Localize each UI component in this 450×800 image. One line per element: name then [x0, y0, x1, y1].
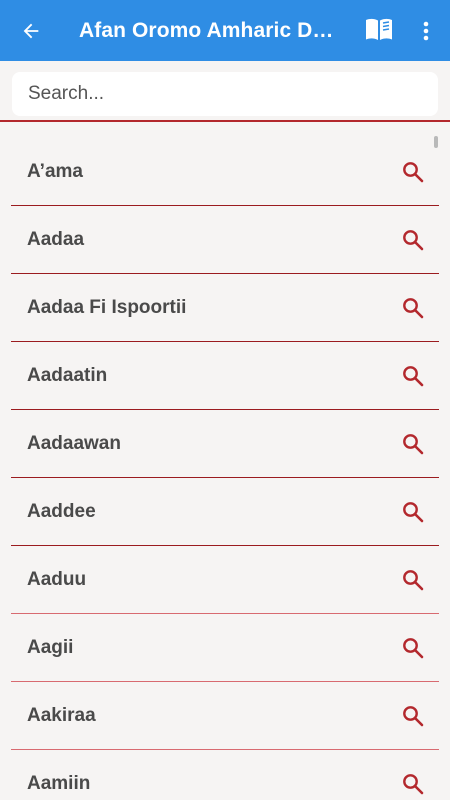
open-book-icon: [366, 18, 392, 40]
search-bar: [0, 61, 450, 122]
list-item[interactable]: A’ama: [11, 138, 439, 205]
search-box: [12, 72, 438, 116]
list-item[interactable]: Aadaa: [11, 206, 439, 273]
list-item-word: Aadaawan: [27, 432, 121, 454]
list-item[interactable]: Aaduu: [11, 546, 439, 613]
list-item-word: Aadaa Fi Ispoortii: [27, 296, 187, 318]
list-item[interactable]: Aakiraa: [11, 682, 439, 749]
search-icon[interactable]: [399, 770, 427, 798]
list-item-word: Aadaatin: [27, 364, 108, 386]
search-icon[interactable]: [399, 226, 427, 254]
list-item-word: Aaddee: [27, 500, 96, 522]
more-vert-icon: [423, 21, 429, 41]
list-item-word: Aagii: [27, 636, 74, 658]
list-item[interactable]: Aadaawan: [11, 410, 439, 477]
list-item[interactable]: Aagii: [11, 614, 439, 681]
list-item[interactable]: Aadaa Fi Ispoortii: [11, 274, 439, 341]
list-item-word: Aakiraa: [27, 704, 96, 726]
word-list: A’ama Aadaa Aadaa Fi Ispoortii Aadaatin Aada…: [0, 138, 450, 800]
back-button[interactable]: [0, 0, 62, 61]
list-item-word: Aadaa: [27, 228, 85, 250]
list-item-word: A’ama: [27, 160, 83, 182]
search-icon[interactable]: [399, 430, 427, 458]
search-icon[interactable]: [399, 702, 427, 730]
search-input[interactable]: [12, 83, 438, 105]
search-icon[interactable]: [399, 498, 427, 526]
search-icon[interactable]: [399, 634, 427, 662]
app-title: Afan Oromo Amharic Dictionary: [79, 18, 337, 42]
list-item[interactable]: Aaddee: [11, 478, 439, 545]
list-item-word: Aamiin: [27, 772, 91, 794]
search-icon[interactable]: [399, 362, 427, 390]
list-item[interactable]: Aadaatin: [11, 342, 439, 409]
overflow-menu-button[interactable]: [414, 16, 438, 46]
arrow-back-icon: [23, 23, 39, 38]
app-bar: Afan Oromo Amharic Dictionary: [0, 0, 450, 61]
list-item[interactable]: Aamiin: [11, 750, 439, 800]
dictionary-book-button[interactable]: [364, 17, 394, 43]
list-item-word: Aaduu: [27, 568, 87, 590]
search-icon[interactable]: [399, 158, 427, 186]
search-icon[interactable]: [399, 294, 427, 322]
search-icon[interactable]: [399, 566, 427, 594]
